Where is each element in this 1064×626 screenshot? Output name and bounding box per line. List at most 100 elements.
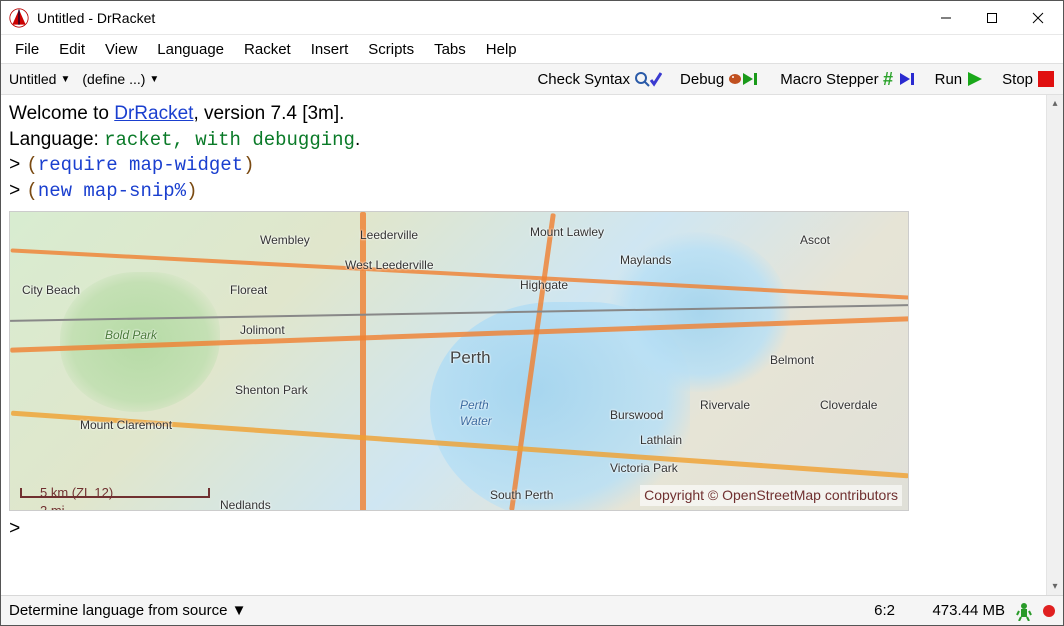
map-label: City Beach <box>22 282 80 298</box>
menu-edit[interactable]: Edit <box>51 39 93 60</box>
play-icon <box>966 70 984 88</box>
window: Untitled - DrRacket File Edit View Langu… <box>0 0 1064 626</box>
map-label-water: Perth Water <box>460 397 492 429</box>
close-paren: ) <box>186 180 197 202</box>
map-scale: 5 km (ZL 12) 2 mi <box>20 488 210 498</box>
run-button[interactable]: Run <box>935 70 985 88</box>
check-syntax-button[interactable]: Check Syntax <box>537 70 662 88</box>
map-label: Lathlain <box>640 432 682 448</box>
gc-icon[interactable] <box>1015 601 1033 621</box>
map-label: Wembley <box>260 232 310 248</box>
menu-scripts[interactable]: Scripts <box>360 39 422 60</box>
open-paren: ( <box>26 154 37 176</box>
chevron-down-icon: ▼ <box>232 602 247 619</box>
debug-label: Debug <box>680 71 724 88</box>
window-title: Untitled - DrRacket <box>37 10 155 26</box>
map-label: Mount Claremont <box>80 417 172 433</box>
map-label: Mount Lawley <box>530 224 604 240</box>
menu-help[interactable]: Help <box>478 39 525 60</box>
menu-file[interactable]: File <box>7 39 47 60</box>
close-paren: ) <box>243 154 254 176</box>
map-snip[interactable]: Perth City Beach Wembley Floreat Leederv… <box>9 211 909 511</box>
welcome-line: Welcome to DrRacket, version 7.4 [3m]. <box>9 101 1055 127</box>
map-label: Shenton Park <box>235 382 308 398</box>
record-icon[interactable] <box>1043 605 1055 617</box>
open-paren: ( <box>26 180 37 202</box>
map-label: Highgate <box>520 277 568 293</box>
cursor-position: 6:2 <box>835 602 895 619</box>
menu-racket[interactable]: Racket <box>236 39 299 60</box>
check-syntax-label: Check Syntax <box>537 71 630 88</box>
map-attribution: Copyright © OpenStreetMap contributors <box>640 485 902 506</box>
stop-label: Stop <box>1002 71 1033 88</box>
menu-tabs[interactable]: Tabs <box>426 39 474 60</box>
prompt: > <box>9 153 20 179</box>
map-label: Ascot <box>800 232 830 248</box>
tab-dropdown[interactable]: Untitled ▼ <box>9 71 70 87</box>
menu-language[interactable]: Language <box>149 39 232 60</box>
run-label: Run <box>935 71 963 88</box>
repl-line-2: > (new map-snip%) <box>9 179 1055 205</box>
welcome-suffix: , version 7.4 [3m]. <box>193 103 344 124</box>
vertical-scrollbar[interactable]: ▴ ▾ <box>1046 95 1063 595</box>
map-label: Belmont <box>770 352 814 368</box>
app-icon <box>9 8 29 28</box>
map-label: Jolimont <box>240 322 285 338</box>
map-label-perth: Perth <box>450 347 491 370</box>
map-label: Victoria Park <box>610 460 678 476</box>
titlebar: Untitled - DrRacket <box>1 1 1063 35</box>
content-area: Welcome to DrRacket, version 7.4 [3m]. L… <box>1 95 1063 595</box>
chevron-down-icon: ▼ <box>149 74 159 85</box>
statusbar: Determine language from source ▼ 6:2 473… <box>1 595 1063 625</box>
welcome-prefix: Welcome to <box>9 103 114 124</box>
language-line: Language: racket, with debugging. <box>9 127 1055 154</box>
interactions-panel[interactable]: Welcome to DrRacket, version 7.4 [3m]. L… <box>1 95 1063 595</box>
repl-prompt-current[interactable]: > <box>9 517 1055 543</box>
menu-insert[interactable]: Insert <box>303 39 357 60</box>
chevron-down-icon: ▼ <box>60 74 70 85</box>
map-label: Cloverdale <box>820 397 877 413</box>
svg-text:#: # <box>883 70 893 88</box>
debug-button[interactable]: Debug <box>680 70 762 88</box>
keyword-require: require <box>38 154 118 176</box>
stop-icon <box>1037 70 1055 88</box>
map-label: Floreat <box>230 282 267 298</box>
menu-view[interactable]: View <box>97 39 145 60</box>
hash-step-icon: # <box>883 70 917 88</box>
toolbar: Untitled ▼ (define ...) ▼ Check Syntax D… <box>1 63 1063 95</box>
repl-line-1: > (require map-widget) <box>9 153 1055 179</box>
minimize-button[interactable] <box>923 2 969 34</box>
scale-mi: 2 mi <box>40 502 65 511</box>
language-value: racket, with debugging <box>104 129 355 151</box>
memory-usage: 473.44 MB <box>905 602 1005 619</box>
magnifier-check-icon <box>634 70 662 88</box>
language-selector[interactable]: Determine language from source ▼ <box>9 602 246 619</box>
menubar: File Edit View Language Racket Insert Sc… <box>1 35 1063 63</box>
drracket-link[interactable]: DrRacket <box>114 103 193 124</box>
map-label-park: Bold Park <box>105 327 157 343</box>
prompt: > <box>9 179 20 205</box>
scale-km: 5 km (ZL 12) <box>40 484 113 502</box>
define-dropdown[interactable]: (define ...) ▼ <box>82 71 159 87</box>
period: . <box>355 129 360 150</box>
define-label: (define ...) <box>82 71 145 87</box>
prompt: > <box>9 517 20 543</box>
module-name: map-widget <box>118 154 243 176</box>
tab-label: Untitled <box>9 71 56 87</box>
bug-step-icon <box>728 70 762 88</box>
stop-button[interactable]: Stop <box>1002 70 1055 88</box>
language-selector-label: Determine language from source <box>9 602 227 619</box>
class-name: map-snip% <box>72 180 186 202</box>
maximize-button[interactable] <box>969 2 1015 34</box>
scroll-up-icon[interactable]: ▴ <box>1047 95 1063 112</box>
map-label: Burswood <box>610 407 663 423</box>
macro-stepper-label: Macro Stepper <box>780 71 878 88</box>
map-label: Maylands <box>620 252 671 268</box>
close-button[interactable] <box>1015 2 1061 34</box>
macro-stepper-button[interactable]: Macro Stepper # <box>780 70 916 88</box>
map-label: Nedlands <box>220 497 271 511</box>
map-label: Rivervale <box>700 397 750 413</box>
scroll-down-icon[interactable]: ▾ <box>1047 578 1063 595</box>
map-label: South Perth <box>490 487 553 503</box>
map-label: West Leederville <box>345 257 434 273</box>
